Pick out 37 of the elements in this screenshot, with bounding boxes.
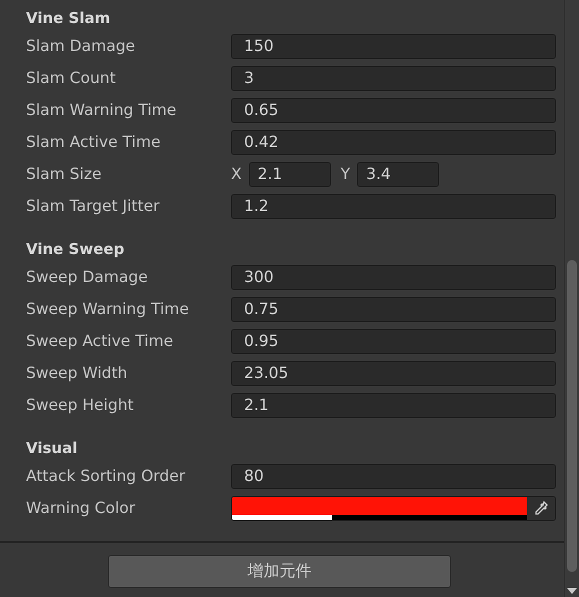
section-heading: Visual [26, 438, 78, 459]
axis-label: Y [340, 165, 350, 183]
section-heading: Vine Slam [26, 8, 112, 29]
input-field[interactable]: 150 [231, 34, 556, 58]
field-label: Slam Size [26, 165, 102, 183]
field-label: Slam Warning Time [26, 101, 178, 119]
input-field[interactable]: 2.1 [248, 162, 331, 186]
field-label: Warning Color [26, 499, 136, 517]
input-field[interactable]: 0.42 [231, 130, 556, 154]
field-label: Sweep Warning Time [26, 300, 190, 318]
field-label: Sweep Height [26, 396, 135, 414]
input-field[interactable]: 0.75 [231, 296, 556, 322]
scrollbar-thumb[interactable] [567, 260, 577, 572]
input-field[interactable]: 300 [231, 264, 556, 290]
input-field[interactable]: 0.65 [231, 98, 556, 122]
eyedropper-button[interactable] [527, 496, 555, 520]
eyedropper-icon [533, 500, 549, 516]
input-field[interactable]: 0.95 [231, 328, 556, 354]
field-label: Slam Target Jitter [26, 197, 160, 215]
field-label: Slam Damage [26, 37, 136, 55]
axis-label: X [231, 165, 242, 183]
field-label: Sweep Width [26, 364, 128, 382]
input-field[interactable]: 3 [231, 66, 556, 90]
field-label: Sweep Damage [26, 268, 149, 286]
input-field[interactable]: 3.4 [357, 162, 440, 186]
color-swatch[interactable] [232, 496, 527, 520]
field-label: Slam Active Time [26, 133, 162, 151]
field-label: Attack Sorting Order [26, 467, 186, 485]
add-component-button[interactable]: 增加元件 [108, 555, 451, 588]
field-label: Slam Count [26, 69, 117, 87]
input-field[interactable]: 1.2 [231, 194, 556, 218]
input-field[interactable]: 23.05 [231, 360, 556, 386]
field-label: Sweep Active Time [26, 332, 174, 350]
scroll-down-icon[interactable] [567, 588, 577, 594]
section-heading: Vine Sweep [26, 239, 126, 260]
input-field[interactable]: 80 [231, 464, 556, 488]
input-field[interactable]: 2.1 [231, 392, 556, 418]
